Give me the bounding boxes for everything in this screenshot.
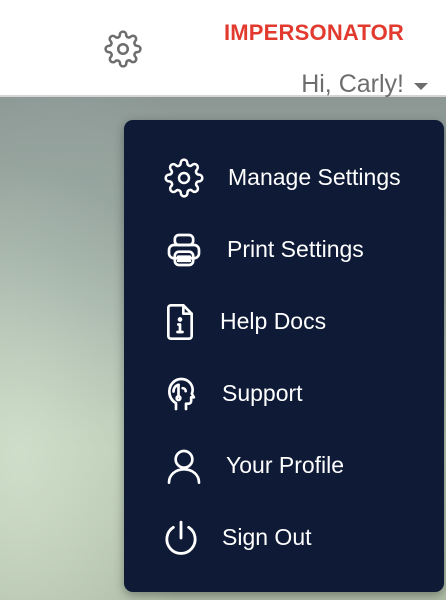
menu-item-manage-settings[interactable]: Manage Settings bbox=[124, 144, 444, 208]
menu-item-label: Help Docs bbox=[220, 308, 327, 334]
menu-item-support[interactable]: Support bbox=[124, 360, 444, 424]
support-head-icon bbox=[168, 377, 196, 411]
top-header: IMPERSONATOR Hi, Carly! bbox=[0, 0, 446, 99]
greeting-text: Hi, Carly! bbox=[301, 70, 404, 98]
printer-icon bbox=[167, 233, 201, 267]
gear-icon bbox=[164, 158, 204, 198]
menu-item-label: Sign Out bbox=[222, 524, 312, 550]
gear-icon bbox=[104, 30, 142, 68]
caret-down-icon bbox=[414, 83, 428, 90]
user-dropdown-menu: Manage Settings Print Settings Help Docs bbox=[124, 120, 444, 592]
settings-button[interactable] bbox=[104, 30, 142, 68]
user-menu-toggle[interactable]: Hi, Carly! bbox=[301, 70, 428, 99]
user-icon bbox=[167, 449, 201, 484]
menu-item-label: Your Profile bbox=[226, 452, 345, 478]
menu-item-label: Manage Settings bbox=[228, 164, 401, 190]
menu-item-your-profile[interactable]: Your Profile bbox=[124, 432, 444, 496]
menu-item-help-docs[interactable]: Help Docs bbox=[124, 288, 444, 352]
menu-item-sign-out[interactable]: Sign Out bbox=[124, 504, 444, 568]
menu-item-label: Print Settings bbox=[227, 236, 364, 262]
menu-item-print-settings[interactable]: Print Settings bbox=[124, 216, 444, 280]
menu-item-label: Support bbox=[222, 380, 303, 406]
info-document-icon bbox=[167, 304, 193, 340]
impersonator-badge: IMPERSONATOR bbox=[223, 20, 404, 45]
power-icon bbox=[165, 520, 197, 555]
